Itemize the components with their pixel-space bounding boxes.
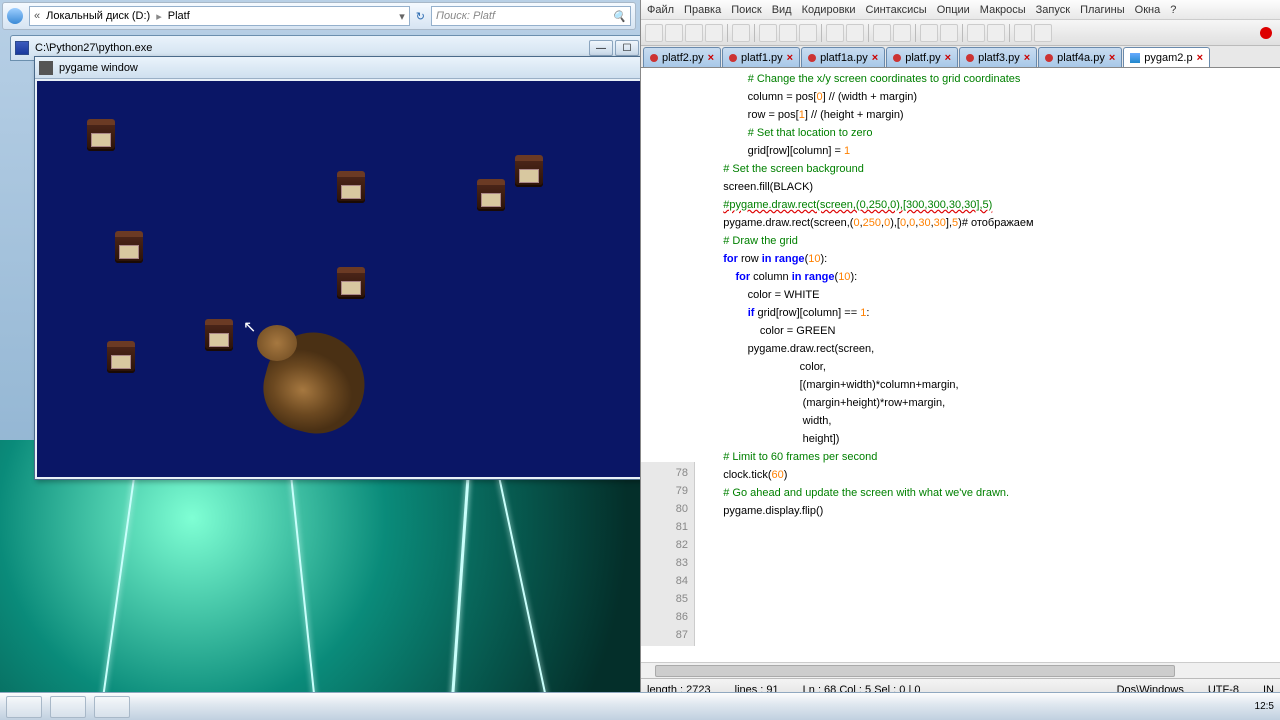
chevron-right-icon: ▸ bbox=[156, 10, 162, 23]
console-icon bbox=[15, 41, 29, 55]
wrap-icon[interactable] bbox=[967, 24, 985, 42]
menu-bar: Файл Правка Поиск Вид Кодировки Синтаксисы Опц… bbox=[641, 0, 1280, 20]
record-macro-icon[interactable] bbox=[1260, 27, 1272, 39]
menu-Поиск[interactable]: Поиск bbox=[731, 4, 761, 16]
pygame-window[interactable]: pygame window — ☐ ✕ ↖ bbox=[34, 56, 738, 480]
breadcrumb-drive[interactable]: Локальный диск (D:) bbox=[46, 10, 150, 22]
tab-platf1.py[interactable]: platf1.py× bbox=[722, 47, 800, 67]
jar-sprite bbox=[477, 179, 505, 211]
close-tab-icon[interactable]: × bbox=[1197, 52, 1203, 64]
menu-Плагины[interactable]: Плагины bbox=[1080, 4, 1125, 16]
address-field[interactable]: « Локальный диск (D:) ▸ Platf ▾ bbox=[29, 6, 410, 26]
doc-map-icon[interactable] bbox=[1034, 24, 1052, 42]
undo-icon[interactable] bbox=[826, 24, 844, 42]
search-icon: 🔍 bbox=[612, 10, 626, 23]
close-tab-icon[interactable]: × bbox=[787, 52, 793, 64]
function-list-icon[interactable] bbox=[1014, 24, 1032, 42]
save-icon[interactable] bbox=[685, 24, 703, 42]
toolbar bbox=[641, 20, 1280, 46]
refresh-icon[interactable]: ↻ bbox=[416, 10, 425, 23]
jar-sprite bbox=[205, 319, 233, 351]
horizontal-scrollbar[interactable] bbox=[641, 662, 1280, 678]
unsaved-icon bbox=[966, 54, 974, 62]
copy-icon[interactable] bbox=[779, 24, 797, 42]
zoom-in-icon[interactable] bbox=[920, 24, 938, 42]
unsaved-icon bbox=[1045, 54, 1053, 62]
explorer-address-bar: « Локальный диск (D:) ▸ Platf ▾ ↻ Поиск:… bbox=[2, 2, 636, 30]
save-all-icon[interactable] bbox=[705, 24, 723, 42]
close-tab-icon[interactable]: × bbox=[945, 52, 951, 64]
redo-icon[interactable] bbox=[846, 24, 864, 42]
tab-platf1a.py[interactable]: platf1a.py× bbox=[801, 47, 885, 67]
minimize-button[interactable]: — bbox=[589, 40, 613, 56]
explorer-search[interactable]: Поиск: Platf 🔍 bbox=[431, 6, 631, 26]
line-numbers: 78798081828384858687 bbox=[641, 462, 695, 646]
menu-Кодировки[interactable]: Кодировки bbox=[802, 4, 856, 16]
taskbar-item[interactable] bbox=[50, 696, 86, 718]
pygame-icon bbox=[39, 61, 53, 75]
tab-platf.py[interactable]: platf.py× bbox=[886, 47, 958, 67]
replace-icon[interactable] bbox=[893, 24, 911, 42]
tab-bar: platf2.py×platf1.py×platf1a.py×platf.py×… bbox=[641, 46, 1280, 68]
jar-sprite bbox=[87, 119, 115, 151]
menu-?[interactable]: ? bbox=[1170, 4, 1176, 16]
mouse-cursor: ↖ bbox=[243, 317, 255, 335]
paste-icon[interactable] bbox=[799, 24, 817, 42]
back-icon[interactable] bbox=[7, 8, 23, 24]
console-title: C:\Python27\python.exe bbox=[35, 42, 152, 54]
jar-sprite bbox=[337, 267, 365, 299]
unsaved-icon bbox=[650, 54, 658, 62]
new-icon[interactable] bbox=[645, 24, 663, 42]
menu-Запуск[interactable]: Запуск bbox=[1036, 4, 1070, 16]
jar-sprite bbox=[107, 341, 135, 373]
menu-Вид[interactable]: Вид bbox=[772, 4, 792, 16]
close-tab-icon[interactable]: × bbox=[708, 52, 714, 64]
tab-platf3.py[interactable]: platf3.py× bbox=[959, 47, 1037, 67]
open-icon[interactable] bbox=[665, 24, 683, 42]
zoom-out-icon[interactable] bbox=[940, 24, 958, 42]
breadcrumb-folder[interactable]: Platf bbox=[168, 10, 190, 22]
maximize-button[interactable]: ☐ bbox=[615, 40, 639, 56]
unsaved-icon bbox=[893, 54, 901, 62]
cut-icon[interactable] bbox=[759, 24, 777, 42]
pygame-titlebar[interactable]: pygame window — ☐ ✕ bbox=[35, 57, 737, 79]
bear-sprite bbox=[265, 333, 365, 433]
close-tab-icon[interactable]: × bbox=[1109, 52, 1115, 64]
taskbar[interactable]: 12:5 bbox=[0, 692, 1280, 720]
file-icon bbox=[1130, 53, 1140, 63]
menu-Синтаксисы[interactable]: Синтаксисы bbox=[866, 4, 927, 16]
code-editor[interactable]: # Change the x/y screen coordinates to g… bbox=[641, 68, 1280, 662]
taskbar-item[interactable] bbox=[6, 696, 42, 718]
menu-Опции[interactable]: Опции bbox=[937, 4, 970, 16]
notepad-plus-plus: Файл Правка Поиск Вид Кодировки Синтаксисы Опц… bbox=[640, 0, 1280, 700]
pygame-title-text: pygame window bbox=[59, 62, 138, 74]
jar-sprite bbox=[337, 171, 365, 203]
taskbar-item[interactable] bbox=[94, 696, 130, 718]
menu-Окна[interactable]: Окна bbox=[1135, 4, 1161, 16]
game-canvas[interactable]: ↖ bbox=[37, 81, 735, 477]
unsaved-icon bbox=[808, 54, 816, 62]
dropdown-icon[interactable]: ▾ bbox=[399, 10, 405, 23]
close-tab-icon[interactable]: × bbox=[1024, 52, 1030, 64]
system-clock[interactable]: 12:5 bbox=[1255, 701, 1274, 712]
tab-platf2.py[interactable]: platf2.py× bbox=[643, 47, 721, 67]
menu-Макросы[interactable]: Макросы bbox=[980, 4, 1026, 16]
unsaved-icon bbox=[729, 54, 737, 62]
find-icon[interactable] bbox=[873, 24, 891, 42]
jar-sprite bbox=[515, 155, 543, 187]
tab-platf4a.py[interactable]: platf4a.py× bbox=[1038, 47, 1122, 67]
tab-pygam2.p[interactable]: pygam2.p× bbox=[1123, 47, 1210, 67]
jar-sprite bbox=[115, 231, 143, 263]
show-all-icon[interactable] bbox=[987, 24, 1005, 42]
print-icon[interactable] bbox=[732, 24, 750, 42]
menu-Правка[interactable]: Правка bbox=[684, 4, 721, 16]
close-tab-icon[interactable]: × bbox=[872, 52, 878, 64]
menu-Файл[interactable]: Файл bbox=[647, 4, 674, 16]
